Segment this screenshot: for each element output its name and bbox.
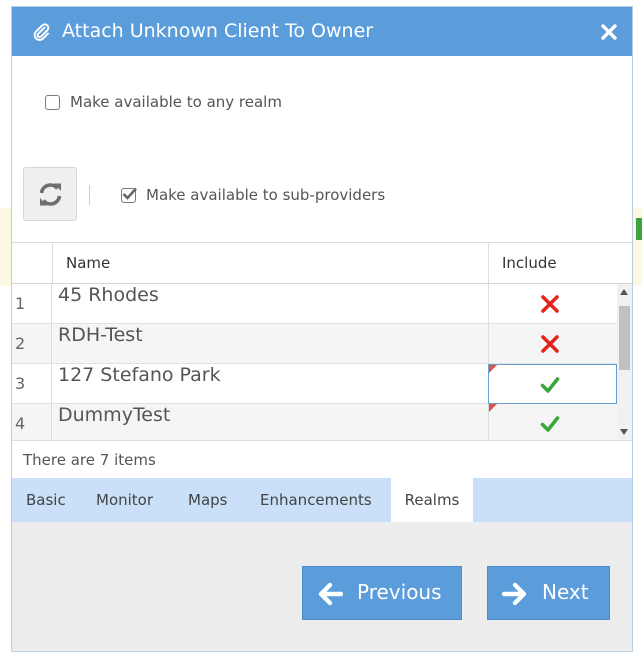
next-button[interactable]: Next bbox=[487, 566, 610, 620]
dialog-titlebar: Attach Unknown Client To Owner bbox=[12, 7, 632, 56]
arrow-left-icon bbox=[318, 582, 343, 606]
row-name: 45 Rhodes bbox=[58, 284, 159, 306]
tab-bar: Basic Monitor Maps Enhancements Realms bbox=[12, 478, 632, 522]
dirty-cell-marker bbox=[489, 365, 497, 373]
checkmark-icon bbox=[540, 377, 560, 393]
checkmark-icon bbox=[122, 187, 137, 200]
row-name: DummyTest bbox=[58, 404, 171, 426]
grid-scrollbar[interactable] bbox=[617, 284, 632, 440]
tab-maps[interactable]: Maps bbox=[174, 478, 241, 522]
any-realm-checkbox[interactable] bbox=[45, 95, 60, 110]
include-cell[interactable] bbox=[488, 404, 617, 440]
any-realm-label: Make available to any realm bbox=[70, 93, 282, 111]
sub-providers-label: Make available to sub-providers bbox=[146, 186, 386, 204]
toolbar-separator bbox=[89, 185, 90, 205]
include-cell[interactable] bbox=[488, 284, 617, 324]
grid-header: Name Include bbox=[12, 243, 632, 284]
row-number: 2 bbox=[12, 324, 52, 364]
scroll-up-arrow-icon[interactable] bbox=[620, 289, 628, 295]
checkmark-icon bbox=[540, 416, 560, 432]
tab-realms[interactable]: Realms bbox=[391, 478, 473, 522]
attach-client-dialog: Attach Unknown Client To Owner Make avai… bbox=[11, 6, 633, 652]
dirty-cell-marker bbox=[489, 404, 497, 412]
refresh-button[interactable] bbox=[23, 167, 77, 221]
row-number: 1 bbox=[12, 284, 52, 324]
background-page-element bbox=[636, 218, 642, 240]
scroll-down-arrow-icon[interactable] bbox=[620, 429, 628, 435]
realms-grid: Name Include 1 45 Rhodes 2 RDH-Test 3 12… bbox=[12, 242, 632, 441]
tab-basic[interactable]: Basic bbox=[12, 478, 80, 522]
table-row[interactable]: 3 127 Stefano Park bbox=[12, 364, 617, 404]
row-name: 127 Stefano Park bbox=[58, 364, 221, 386]
include-cell[interactable] bbox=[488, 364, 617, 404]
previous-button[interactable]: Previous bbox=[302, 566, 462, 620]
arrow-right-icon bbox=[502, 582, 527, 606]
cross-icon bbox=[541, 335, 559, 353]
close-icon[interactable] bbox=[600, 23, 618, 41]
include-cell[interactable] bbox=[488, 324, 617, 364]
previous-button-label: Previous bbox=[357, 580, 442, 604]
tab-enhancements[interactable]: Enhancements bbox=[246, 478, 386, 522]
table-row[interactable]: 2 RDH-Test bbox=[12, 324, 617, 364]
tab-monitor[interactable]: Monitor bbox=[82, 478, 167, 522]
header-divider bbox=[52, 243, 53, 283]
dialog-button-area: Previous Next bbox=[12, 522, 632, 651]
paperclip-icon bbox=[33, 23, 50, 41]
row-name: RDH-Test bbox=[58, 324, 143, 346]
table-row[interactable]: 4 DummyTest bbox=[12, 404, 617, 440]
row-number: 4 bbox=[12, 404, 52, 440]
table-row[interactable]: 1 45 Rhodes bbox=[12, 284, 617, 324]
header-divider bbox=[488, 243, 489, 283]
next-button-label: Next bbox=[542, 580, 589, 604]
row-number: 3 bbox=[12, 364, 52, 404]
refresh-icon bbox=[39, 183, 62, 206]
cross-icon bbox=[541, 295, 559, 313]
column-header-include[interactable]: Include bbox=[502, 243, 557, 283]
scrollbar-thumb[interactable] bbox=[619, 306, 630, 370]
grid-item-count: There are 7 items bbox=[23, 451, 156, 469]
sub-providers-checkbox[interactable] bbox=[121, 187, 137, 203]
dialog-title: Attach Unknown Client To Owner bbox=[62, 20, 374, 42]
column-header-name[interactable]: Name bbox=[66, 243, 110, 283]
